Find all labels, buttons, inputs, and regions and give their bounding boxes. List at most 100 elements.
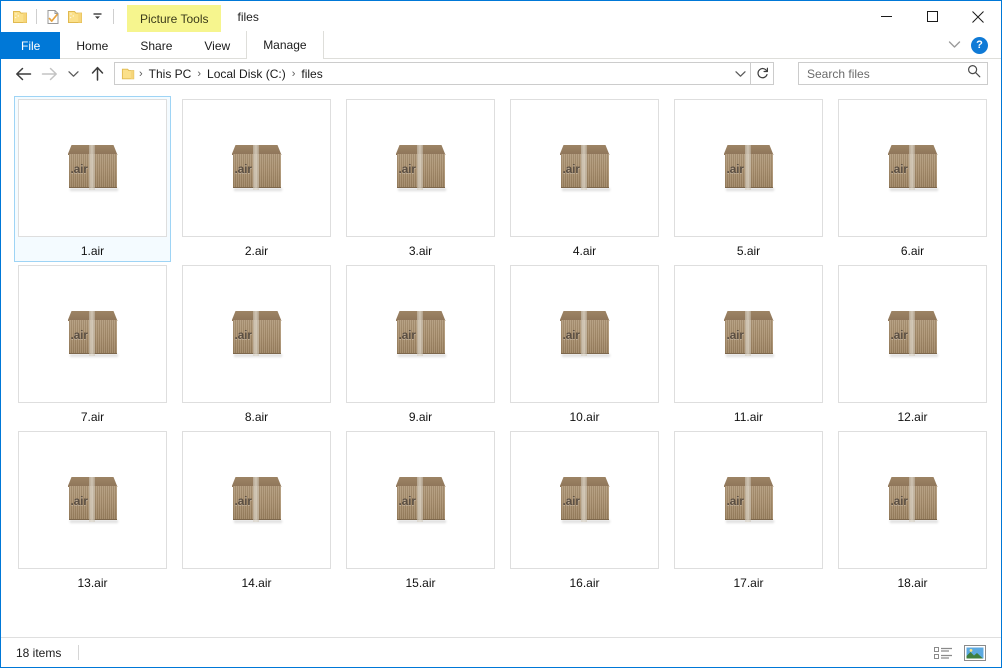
file-tile[interactable]: .air 17.air (670, 428, 827, 594)
file-extension-label: .air (562, 162, 580, 176)
breadcrumb-dropdown-icon[interactable] (730, 63, 750, 84)
file-tile[interactable]: .air 16.air (506, 428, 663, 594)
file-thumbnail[interactable]: .air (674, 431, 823, 569)
box-tape (744, 477, 751, 522)
tab-manage[interactable]: Manage (246, 31, 324, 59)
status-bar: 18 items (1, 637, 1001, 667)
title-bar: Picture Tools files (1, 1, 1001, 32)
file-tile[interactable]: .air 6.air (834, 96, 991, 262)
file-name-label: 15.air (405, 576, 436, 590)
ribbon-controls: ? (948, 32, 1001, 58)
package-box-icon: .air (559, 477, 611, 523)
file-list-view[interactable]: .air 1.air .air 2.air .air 3.air .air 4.air .air… (1, 88, 1001, 637)
chevron-down-icon[interactable] (86, 6, 108, 28)
file-thumbnail[interactable]: .air (182, 99, 331, 237)
breadcrumb[interactable]: › This PC › Local Disk (C:) › files (114, 62, 751, 85)
file-thumbnail[interactable]: .air (674, 265, 823, 403)
file-tile[interactable]: .air 11.air (670, 262, 827, 428)
file-thumbnail[interactable]: .air (838, 431, 987, 569)
file-thumbnail[interactable]: .air (510, 431, 659, 569)
tab-share[interactable]: Share (124, 32, 188, 59)
breadcrumb-separator-2[interactable]: › (290, 68, 298, 80)
file-tile[interactable]: .air 14.air (178, 428, 335, 594)
status-separator (78, 645, 80, 660)
box-tape (252, 311, 259, 356)
tab-view[interactable]: View (188, 32, 246, 59)
box-tape (580, 145, 587, 190)
package-box-icon: .air (67, 311, 119, 357)
file-tile[interactable]: .air 4.air (506, 96, 663, 262)
file-thumbnail[interactable]: .air (182, 265, 331, 403)
title-bar-center: Picture Tools files (127, 1, 863, 32)
box-tape (88, 477, 95, 522)
up-button[interactable] (84, 62, 110, 86)
properties-icon[interactable] (42, 6, 64, 28)
file-tile[interactable]: .air 8.air (178, 262, 335, 428)
package-box-icon: .air (559, 311, 611, 357)
search-box[interactable] (798, 62, 988, 85)
file-name-label: 5.air (736, 244, 761, 258)
file-name-label: 18.air (897, 576, 928, 590)
package-box-icon: .air (231, 477, 283, 523)
breadcrumb-item-local-disk[interactable]: Local Disk (C:) (203, 67, 290, 81)
item-count-label: 18 items (16, 645, 62, 660)
quick-access-toolbar (1, 1, 119, 32)
refresh-button[interactable] (751, 62, 774, 85)
file-thumbnail[interactable]: .air (510, 99, 659, 237)
file-thumbnail[interactable]: .air (510, 265, 659, 403)
package-box-icon: .air (723, 311, 775, 357)
package-box-icon: .air (887, 477, 939, 523)
file-tile[interactable]: .air 2.air (178, 96, 335, 262)
file-tile[interactable]: .air 1.air (14, 96, 171, 262)
collapse-ribbon-button[interactable] (948, 36, 961, 54)
package-box-icon: .air (723, 145, 775, 191)
file-tile[interactable]: .air 5.air (670, 96, 827, 262)
file-thumbnail[interactable]: .air (674, 99, 823, 237)
back-button[interactable] (10, 62, 36, 86)
new-folder-icon[interactable] (64, 6, 86, 28)
breadcrumb-item-files[interactable]: files (297, 67, 326, 81)
file-tile[interactable]: .air 9.air (342, 262, 499, 428)
file-thumbnail[interactable]: .air (346, 431, 495, 569)
file-thumbnail[interactable]: .air (18, 99, 167, 237)
file-thumbnail[interactable]: .air (838, 265, 987, 403)
maximize-button[interactable] (909, 1, 955, 32)
search-input[interactable] (807, 66, 967, 81)
file-thumbnail[interactable]: .air (346, 265, 495, 403)
details-view-button[interactable] (932, 642, 955, 663)
close-button[interactable] (955, 1, 1001, 32)
file-tile[interactable]: .air 18.air (834, 428, 991, 594)
recent-locations-button[interactable] (62, 62, 84, 86)
file-thumbnail[interactable]: .air (18, 265, 167, 403)
file-extension-label: .air (70, 328, 88, 342)
help-icon[interactable]: ? (971, 36, 988, 54)
file-name-label: 11.air (733, 410, 764, 424)
large-icons-view-button[interactable] (963, 642, 986, 663)
file-thumbnail[interactable]: .air (838, 99, 987, 237)
box-tape (744, 311, 751, 356)
file-extension-label: .air (890, 494, 908, 508)
breadcrumb-separator-0[interactable]: › (137, 68, 145, 80)
file-thumbnail[interactable]: .air (346, 99, 495, 237)
file-tile[interactable]: .air 10.air (506, 262, 663, 428)
search-icon[interactable] (967, 64, 981, 83)
file-tile[interactable]: .air 3.air (342, 96, 499, 262)
package-box-icon: .air (395, 311, 447, 357)
file-extension-label: .air (726, 162, 744, 176)
file-grid: .air 1.air .air 2.air .air 3.air .air 4.air .air… (14, 96, 1001, 594)
file-thumbnail[interactable]: .air (182, 431, 331, 569)
package-box-icon: .air (67, 145, 119, 191)
file-tile[interactable]: .air 12.air (834, 262, 991, 428)
file-tile[interactable]: .air 15.air (342, 428, 499, 594)
contextual-tab-header: Picture Tools (127, 5, 222, 32)
file-thumbnail[interactable]: .air (18, 431, 167, 569)
tab-file[interactable]: File (1, 32, 61, 59)
folder-icon[interactable] (9, 6, 31, 28)
file-tile[interactable]: .air 13.air (14, 428, 171, 594)
package-box-icon: .air (67, 477, 119, 523)
breadcrumb-item-this-pc[interactable]: This PC (145, 67, 196, 81)
file-tile[interactable]: .air 7.air (14, 262, 171, 428)
breadcrumb-separator-1[interactable]: › (195, 68, 203, 80)
minimize-button[interactable] (863, 1, 909, 32)
tab-home[interactable]: Home (60, 32, 124, 59)
